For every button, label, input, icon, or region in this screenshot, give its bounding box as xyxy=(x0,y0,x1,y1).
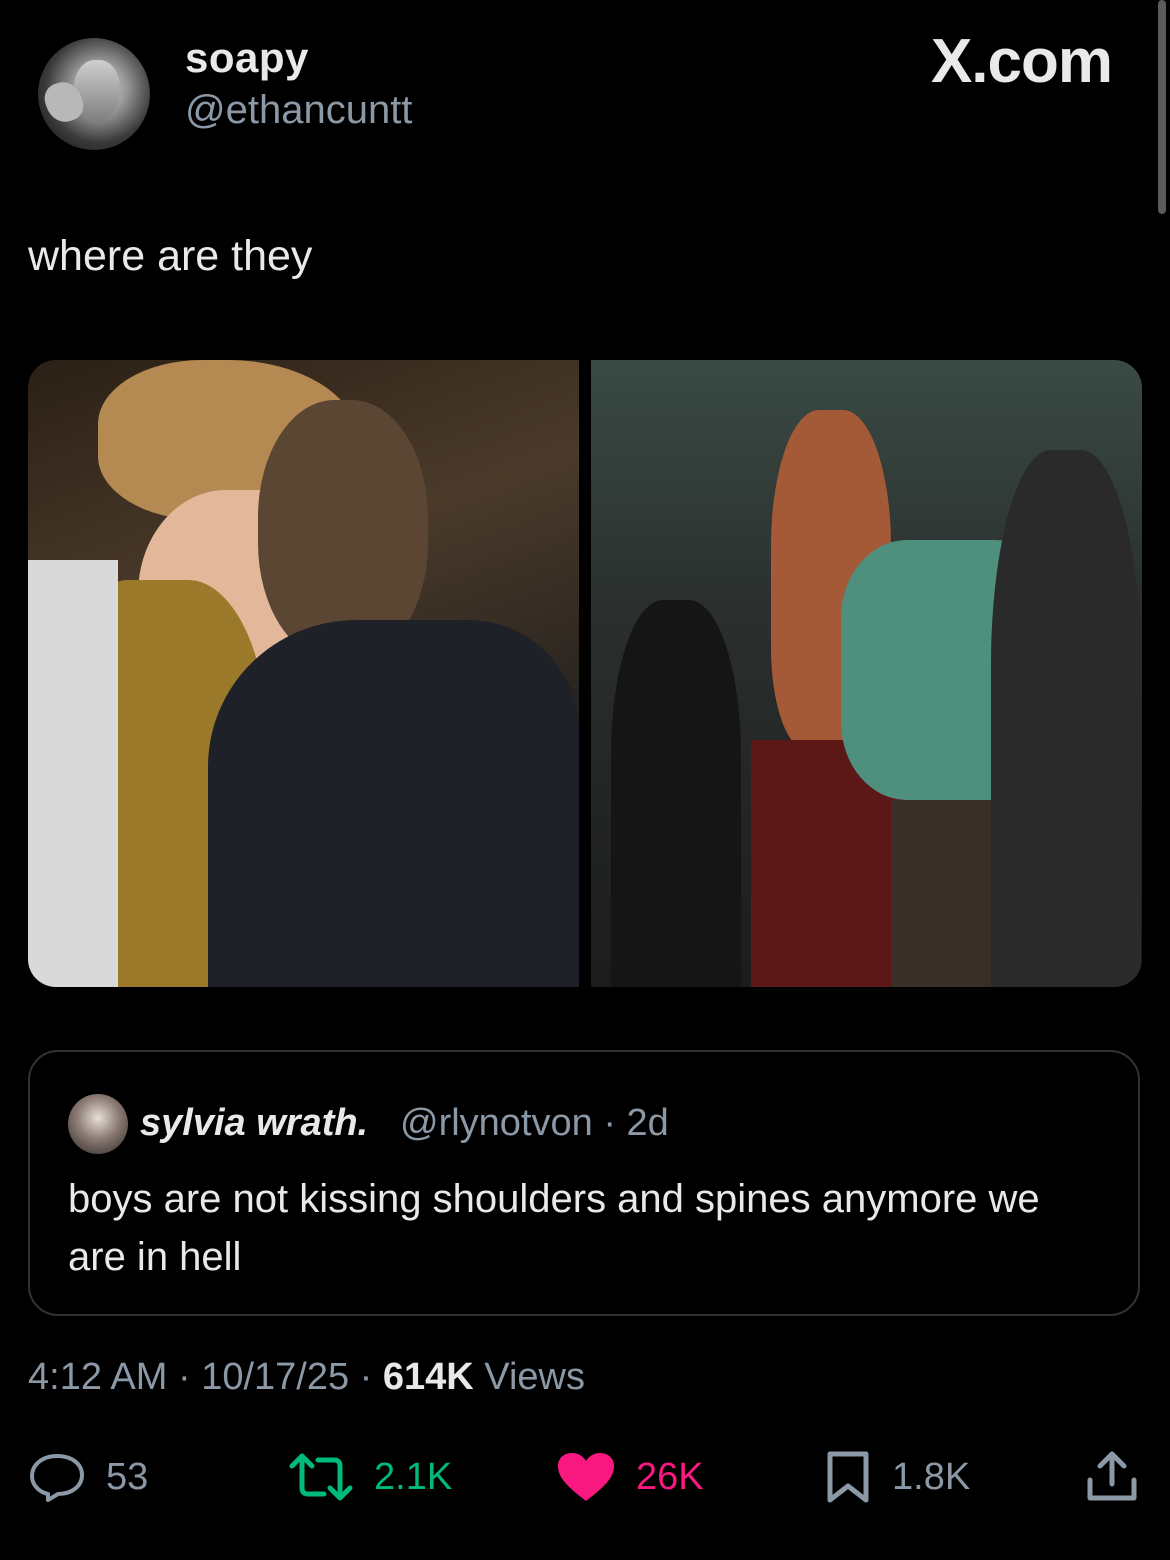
views-label: Views xyxy=(473,1356,585,1398)
like-count: 26K xyxy=(636,1455,704,1498)
bookmark-button[interactable]: 1.8K xyxy=(824,1450,971,1504)
tweet-meta: 4:12 AM · 10/17/25 · 614K Views xyxy=(28,1356,585,1399)
scrollbar[interactable] xyxy=(1158,0,1166,214)
photo-shirt-shape xyxy=(28,560,118,987)
x-com-logo: X.com xyxy=(930,27,1113,96)
share-button[interactable] xyxy=(1086,1450,1138,1504)
quoted-author-avatar[interactable] xyxy=(68,1094,128,1154)
photo-woman-right-shape xyxy=(991,450,1141,987)
tweet-text: where are they xyxy=(28,232,313,280)
quoted-tweet-text: boys are not kissing shoulders and spine… xyxy=(68,1177,1040,1279)
bookmark-icon xyxy=(824,1450,872,1504)
author-display-name[interactable]: soapy xyxy=(185,34,309,82)
media-photo-right[interactable] xyxy=(591,360,1142,987)
share-upload-icon xyxy=(1086,1450,1138,1504)
photo-jacket-shape xyxy=(208,620,579,987)
quoted-author-handle-time[interactable]: @rlynotvon · 2d xyxy=(400,1102,669,1145)
tweet-media xyxy=(28,360,1142,987)
quoted-author-name[interactable]: sylvia wrath. xyxy=(140,1102,368,1145)
repost-count: 2.1K xyxy=(374,1455,453,1498)
media-photo-left[interactable] xyxy=(28,360,579,987)
heart-icon xyxy=(556,1451,616,1503)
photo-woman-left-shape xyxy=(611,600,741,987)
tweet-timestamp[interactable]: 4:12 AM · 10/17/25 · xyxy=(28,1356,383,1398)
reply-count: 53 xyxy=(106,1455,149,1498)
bookmark-count: 1.8K xyxy=(892,1455,971,1498)
quoted-tweet-card[interactable]: sylvia wrath. @rlynotvon · 2d boys are n… xyxy=(28,1050,1140,1316)
author-handle[interactable]: @ethancuntt xyxy=(185,88,412,133)
like-button[interactable]: 26K xyxy=(556,1452,704,1502)
reply-button[interactable]: 53 xyxy=(28,1452,148,1502)
reply-bubble-icon xyxy=(28,1452,86,1502)
tweet-screen: soapy @ethancuntt X.com where are they s… xyxy=(0,0,1170,1560)
repost-button[interactable]: 2.1K xyxy=(288,1452,452,1502)
author-avatar[interactable] xyxy=(38,38,150,150)
repost-arrows-icon xyxy=(288,1452,354,1502)
views-count: 614K xyxy=(382,1356,474,1398)
